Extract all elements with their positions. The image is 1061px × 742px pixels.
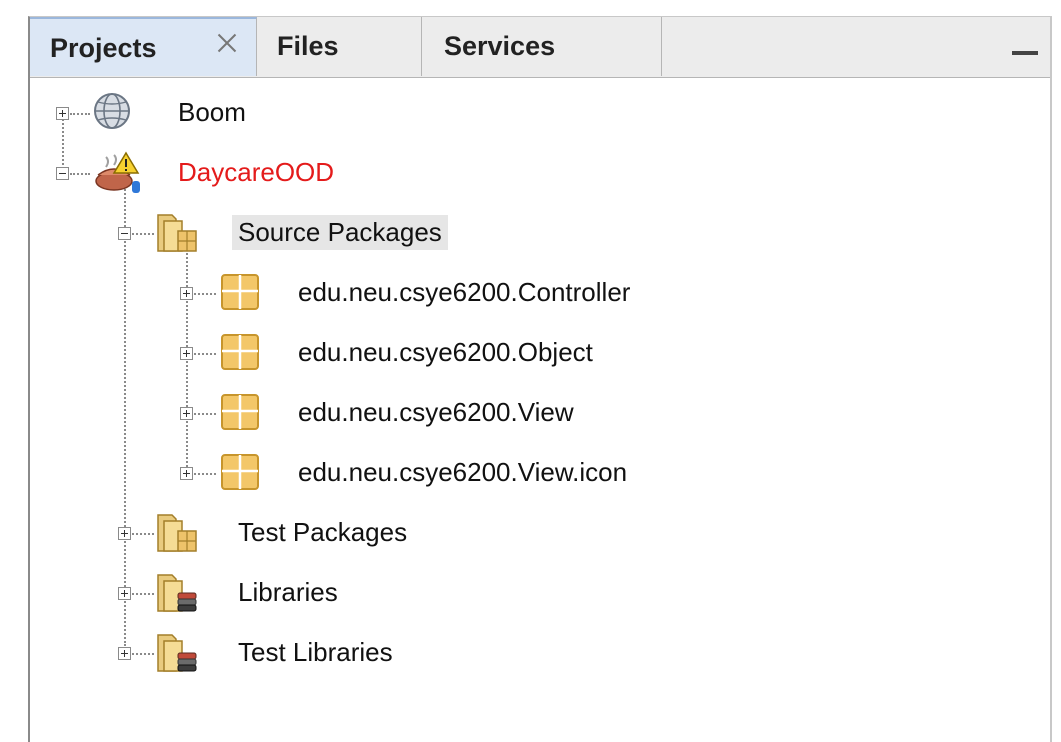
source-folder-icon (157, 214, 197, 252)
expand-icon[interactable] (180, 407, 193, 420)
tree-node-label: Libraries (238, 577, 338, 607)
expand-icon[interactable] (56, 107, 69, 120)
tree-node-label: edu.neu.csye6200.View.icon (298, 457, 628, 487)
package-icon (221, 394, 259, 430)
tree-node-package-controller[interactable]: edu.neu.csye6200.Controller (30, 271, 830, 311)
tab-projects-label: Projects (50, 33, 157, 63)
minimize-icon[interactable] (1012, 51, 1038, 55)
tree-node-package-view-icon[interactable]: edu.neu.csye6200.View.icon (30, 451, 830, 491)
package-icon (221, 274, 259, 310)
tab-projects[interactable]: Projects (30, 17, 257, 76)
tab-services-label: Services (444, 31, 556, 61)
tab-files-label: Files (277, 31, 339, 61)
tree-node-label: DaycareOOD (178, 157, 335, 187)
java-project-warning-icon (95, 151, 140, 193)
tree-node-test-packages[interactable]: Test Packages (30, 511, 630, 552)
tree-node-label: Test Libraries (238, 637, 393, 667)
tree-node-label: Boom (178, 97, 246, 127)
expand-icon[interactable] (180, 347, 193, 360)
close-icon[interactable] (216, 31, 238, 53)
tree-node-source-packages[interactable]: Source Packages (30, 211, 630, 252)
tab-files[interactable]: Files (257, 17, 422, 76)
tree-node-label: Test Packages (238, 517, 408, 547)
tab-services[interactable]: Services (422, 17, 662, 76)
library-folder-icon (157, 574, 197, 612)
tree-node-label: edu.neu.csye6200.View (298, 397, 574, 427)
tree-node-label: edu.neu.csye6200.Controller (298, 277, 631, 307)
web-project-icon (94, 93, 130, 129)
project-tree: Boom DaycareOOD Source Packages edu.neu.… (30, 77, 1050, 742)
collapse-icon[interactable] (56, 167, 69, 180)
tree-node-package-view[interactable]: edu.neu.csye6200.View (30, 391, 830, 431)
tree-node-label: edu.neu.csye6200.Object (298, 337, 593, 367)
library-folder-icon (157, 634, 197, 672)
projects-panel: Projects Files Services Boom DaycareOOD … (28, 16, 1052, 742)
expand-icon[interactable] (118, 527, 131, 540)
tab-bar: Projects Files Services (30, 17, 1050, 78)
expand-icon[interactable] (118, 587, 131, 600)
tree-node-boom[interactable]: Boom (30, 91, 430, 131)
package-icon (221, 454, 259, 490)
tree-node-daycareood[interactable]: DaycareOOD (30, 151, 530, 193)
collapse-icon[interactable] (118, 227, 131, 240)
tree-node-libraries[interactable]: Libraries (30, 571, 630, 612)
source-folder-icon (157, 514, 197, 552)
expand-icon[interactable] (118, 647, 131, 660)
expand-icon[interactable] (180, 467, 193, 480)
package-icon (221, 334, 259, 370)
tree-node-label: Source Packages (232, 215, 448, 250)
tree-node-test-libraries[interactable]: Test Libraries (30, 631, 630, 672)
expand-icon[interactable] (180, 287, 193, 300)
tree-node-package-object[interactable]: edu.neu.csye6200.Object (30, 331, 830, 371)
